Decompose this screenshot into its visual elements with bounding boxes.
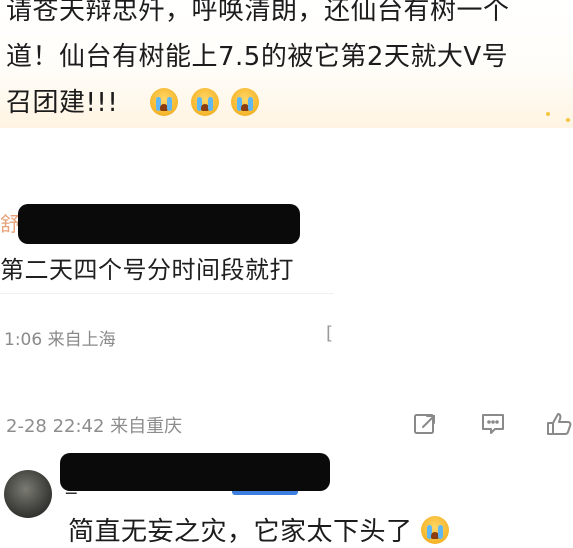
post-text-line: 请苍天辩忠歼，呼唤清朗，还仙台有树一个 [6, 0, 510, 26]
comment-meta: 2-28 22:42 来自重庆 [6, 416, 183, 437]
post-text-line: 道！仙台有树能上7.5的被它第2天就大V号 [6, 42, 509, 72]
crying-emoji-icon [190, 88, 219, 116]
crying-emoji-icon [231, 88, 260, 116]
like-icon[interactable] [546, 412, 573, 436]
divider [0, 293, 334, 294]
redaction-bar [18, 204, 300, 244]
post-content: 请苍天辩忠歼，呼唤清朗，还仙台有树一个 道！仙台有树能上7.5的被它第2天就大V… [0, 0, 573, 128]
sparkle-decoration [566, 118, 570, 122]
avatar[interactable] [4, 470, 52, 518]
crying-emoji-icon [421, 516, 450, 544]
post-text-fragment: 召团建!!! [6, 88, 119, 118]
post-text-line: 召团建!!! [6, 86, 263, 120]
quoted-comment-text: 第二天四个号分时间段就打 [0, 256, 294, 284]
comment-icon[interactable] [480, 412, 506, 436]
quoted-comment-meta: 1:06 来自上海 [4, 330, 116, 350]
reply-text: 简直无妄之灾，它家太下头了 [68, 511, 453, 548]
quoted-comment-edge: [ [326, 323, 334, 344]
redaction-bar [60, 453, 330, 491]
sparkle-decoration [546, 112, 550, 116]
share-icon[interactable] [412, 412, 438, 436]
crying-emoji-icon [149, 88, 178, 116]
reply-text-content: 简直无妄之灾，它家太下头了 [68, 517, 413, 547]
quoted-username: 舒 [0, 212, 20, 236]
